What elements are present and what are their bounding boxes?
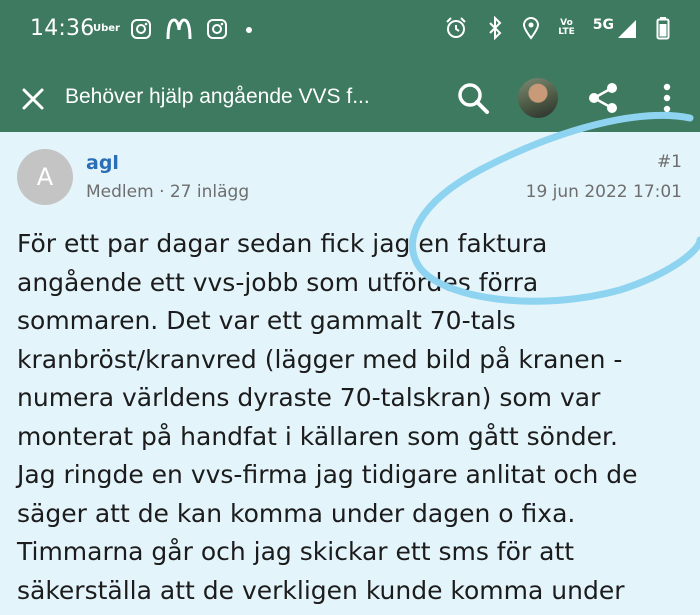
post-body-line: säger att de kan komma under dagen o fix…: [17, 498, 576, 528]
post-body: För ett par dagar sedan fick jag en fakt…: [17, 225, 687, 610]
username[interactable]: agl: [86, 152, 119, 174]
close-icon[interactable]: [18, 84, 48, 114]
system-icons: Vo LTE 5G: [444, 16, 670, 40]
post-date: 19 jun 2022 17:01: [525, 182, 682, 202]
avatar-letter: A: [36, 163, 54, 191]
post-body-line: sommaren. Det var ett gammalt 70-tals: [17, 306, 516, 335]
network-indicator: 5G: [593, 17, 638, 39]
volte-bottom: LTE: [558, 27, 575, 37]
uber-label: Uber: [93, 23, 120, 34]
app-bar: Behöver hjälp angående VVS f...: [0, 64, 700, 132]
status-time: 14:36: [30, 16, 95, 41]
user-meta: Medlem · 27 inlägg: [86, 182, 250, 202]
post-body-line: Timmarna går och jag skickar ett sms för…: [17, 537, 575, 566]
notification-icons: [130, 18, 256, 40]
dot-icon: [246, 27, 252, 33]
post-body-line: numera världens dyraste 70-talskran) som…: [17, 383, 601, 412]
post-body-line: Jag ringde en vvs-firma jag tidigare anl…: [17, 460, 638, 489]
share-icon[interactable]: [586, 81, 620, 115]
avatar[interactable]: [518, 78, 558, 118]
location-icon: [523, 17, 540, 40]
status-bar: 14:36 Uber Vo LTE 5G: [0, 0, 700, 64]
post-number[interactable]: #1: [657, 152, 682, 172]
post-body-line: kranbröst/kranvred (lägger med bild på k…: [17, 344, 623, 374]
bluetooth-icon: [489, 16, 502, 40]
user-avatar[interactable]: A: [17, 149, 73, 205]
mcdonalds-icon: [166, 18, 192, 40]
instagram-icon: [131, 19, 151, 39]
search-icon[interactable]: [455, 80, 491, 116]
alarm-icon: [446, 17, 466, 38]
battery-icon: [656, 17, 670, 40]
volte-icon: Vo LTE: [558, 19, 575, 37]
post-body-line: monterat på handfat i källaren som gått …: [17, 421, 618, 451]
signal-icon: [618, 20, 636, 38]
post: A agl Medlem · 27 inlägg #1 19 jun 2022 …: [0, 132, 700, 615]
instagram-icon: [207, 19, 227, 39]
post-body-line: För ett par dagar sedan fick jag en fakt…: [17, 229, 548, 258]
more-vert-icon[interactable]: [652, 80, 682, 116]
thread-title: Behöver hjälp angående VVS f...: [65, 85, 370, 108]
network-type: 5G: [592, 17, 614, 33]
post-body-line: angående ett vvs-jobb som utfördes förra: [17, 267, 539, 297]
post-body-line: säkerställa att de verkligen kunde komma…: [17, 575, 625, 605]
